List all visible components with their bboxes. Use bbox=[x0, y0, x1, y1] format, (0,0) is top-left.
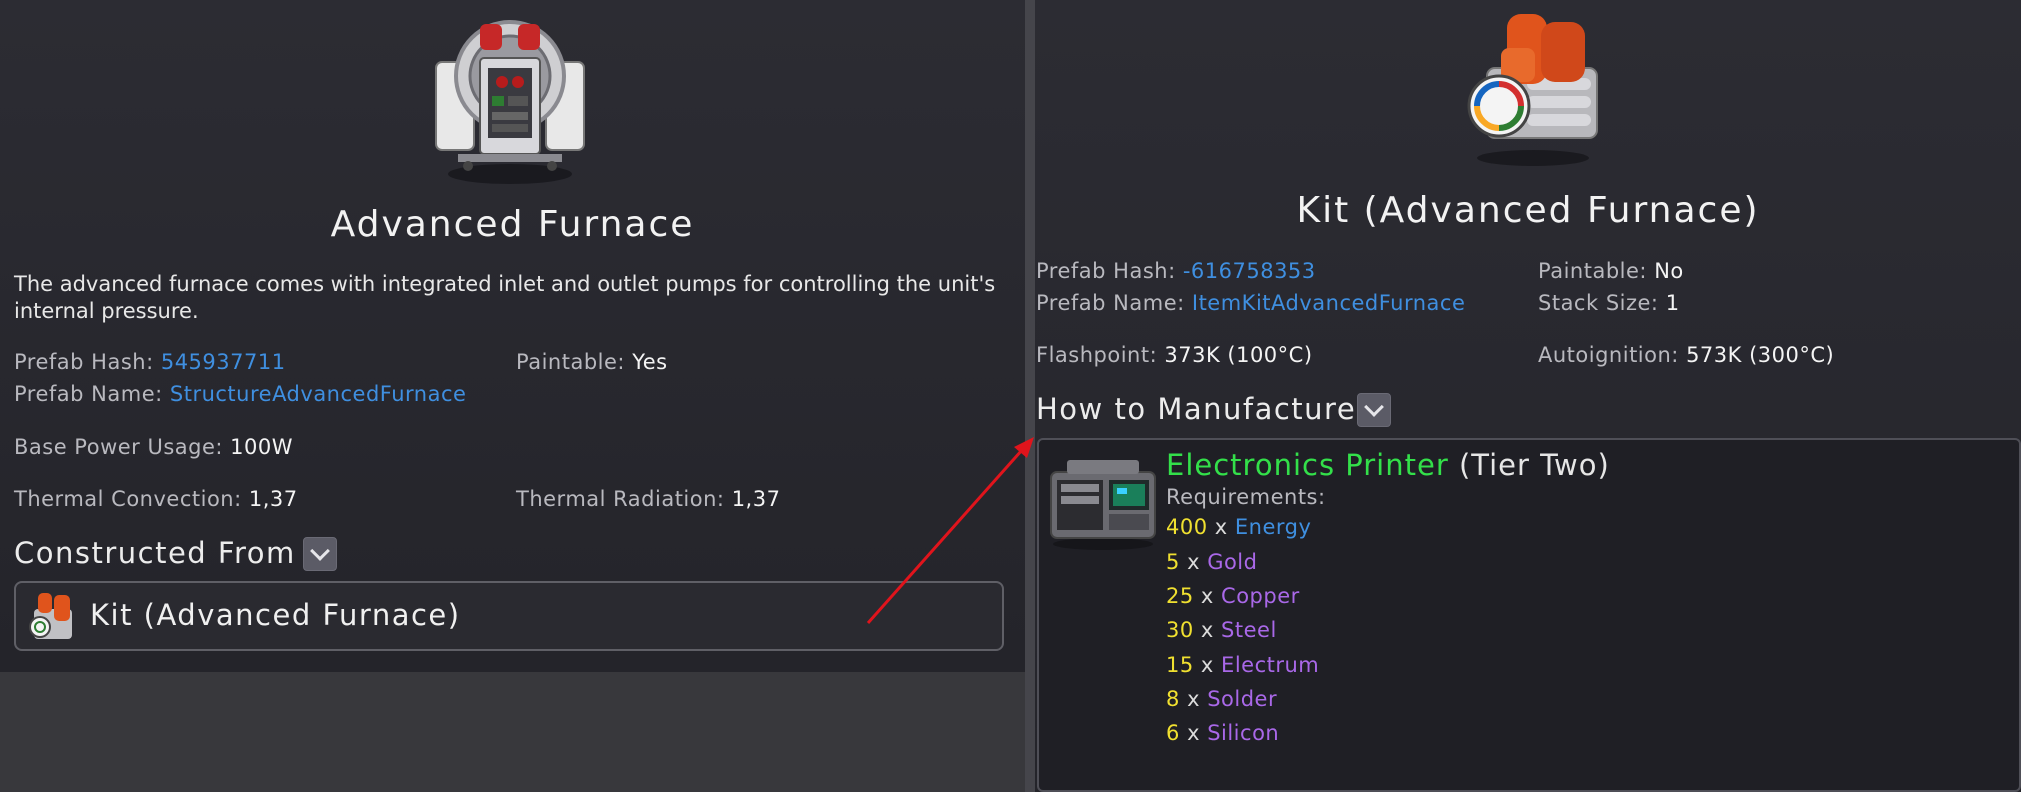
requirement-item-link[interactable]: Energy bbox=[1235, 515, 1312, 539]
chevron-down-icon[interactable] bbox=[1357, 393, 1391, 427]
requirement-row: 6 x Silicon bbox=[1166, 721, 1279, 745]
thermal-convection-label: Thermal Convection: bbox=[14, 487, 242, 511]
flashpoint-value: 373K (100°C) bbox=[1164, 343, 1313, 367]
kit-item-label: Kit (Advanced Furnace) bbox=[90, 598, 461, 632]
stack-size-row: Stack Size: 1 bbox=[1538, 291, 1680, 315]
multiply-symbol: x bbox=[1214, 515, 1228, 539]
prefab-name-link-right[interactable]: ItemKitAdvancedFurnace bbox=[1192, 291, 1466, 315]
multiply-symbol: x bbox=[1187, 721, 1200, 745]
multiply-symbol: x bbox=[1200, 653, 1214, 677]
prefab-name-row: Prefab Name: StructureAdvancedFurnace bbox=[14, 382, 466, 406]
requirement-item-link[interactable]: Silicon bbox=[1207, 721, 1279, 745]
autoignition-value: 573K (300°C) bbox=[1686, 343, 1835, 367]
paintable-value-right: No bbox=[1654, 259, 1684, 283]
stack-size-value: 1 bbox=[1665, 291, 1680, 315]
prefab-hash-row: Prefab Hash: 545937711 bbox=[14, 350, 286, 374]
prefab-hash-label: Prefab Hash: bbox=[14, 350, 154, 374]
paintable-label-right: Paintable: bbox=[1538, 259, 1647, 283]
thermal-convection-value: 1,37 bbox=[248, 487, 298, 511]
multiply-symbol: x bbox=[1187, 550, 1200, 574]
prefab-hash-label-right: Prefab Hash: bbox=[1036, 259, 1176, 283]
chevron-down-icon[interactable] bbox=[303, 537, 337, 571]
prefab-hash-row-right: Prefab Hash: -616758353 bbox=[1036, 259, 1316, 283]
base-power-value: 100W bbox=[230, 435, 294, 459]
multiply-symbol: x bbox=[1200, 584, 1214, 608]
paintable-label: Paintable: bbox=[516, 350, 625, 374]
requirement-row: 30 x Steel bbox=[1166, 618, 1277, 642]
prefab-name-link[interactable]: StructureAdvancedFurnace bbox=[170, 382, 467, 406]
paintable-row-right: Paintable: No bbox=[1538, 259, 1684, 283]
paintable-value: Yes bbox=[632, 350, 668, 374]
thermal-radiation-label: Thermal Radiation: bbox=[516, 487, 725, 511]
requirement-qty: 15 bbox=[1166, 653, 1194, 677]
requirement-item-link[interactable]: Electrum bbox=[1221, 653, 1319, 677]
prefab-name-label-right: Prefab Name: bbox=[1036, 291, 1185, 315]
stack-size-label: Stack Size: bbox=[1538, 291, 1659, 315]
requirement-row: 15 x Electrum bbox=[1166, 653, 1319, 677]
requirement-item-link[interactable]: Copper bbox=[1221, 584, 1300, 608]
printer-tier: (Tier Two) bbox=[1458, 448, 1610, 482]
constructed-from-heading: Constructed From bbox=[14, 536, 296, 570]
panel-divider bbox=[1025, 0, 1035, 792]
requirement-qty: 8 bbox=[1166, 687, 1180, 711]
electronics-printer-icon bbox=[1050, 460, 1156, 550]
manufacture-recipe-card: Electronics Printer (Tier Two) Requireme… bbox=[1037, 438, 2021, 792]
kit-advanced-furnace-icon bbox=[29, 593, 72, 639]
kit-advanced-furnace-large-icon bbox=[1467, 14, 1598, 166]
paintable-row: Paintable: Yes bbox=[516, 350, 668, 374]
flashpoint-row: Flashpoint: 373K (100°C) bbox=[1036, 343, 1313, 367]
requirement-row: 400 x Energy bbox=[1166, 515, 1311, 539]
requirement-qty: 30 bbox=[1166, 618, 1194, 642]
multiply-symbol: x bbox=[1187, 687, 1200, 711]
requirements-label: Requirements: bbox=[1166, 485, 1326, 509]
printer-name-row: Electronics Printer (Tier Two) bbox=[1166, 448, 1610, 482]
base-power-label: Base Power Usage: bbox=[14, 435, 223, 459]
thermal-radiation-row: Thermal Radiation: 1,37 bbox=[516, 487, 780, 511]
requirement-item-link[interactable]: Steel bbox=[1221, 618, 1277, 642]
thermal-radiation-value: 1,37 bbox=[731, 487, 781, 511]
requirement-qty: 400 bbox=[1166, 515, 1208, 539]
autoignition-label: Autoignition: bbox=[1538, 343, 1679, 367]
prefab-hash-link-right[interactable]: -616758353 bbox=[1183, 259, 1316, 283]
advanced-furnace-panel: Advanced Furnace The advanced furnace co… bbox=[0, 0, 1025, 672]
requirement-qty: 6 bbox=[1166, 721, 1180, 745]
requirement-row: 8 x Solder bbox=[1166, 687, 1277, 711]
multiply-symbol: x bbox=[1200, 618, 1214, 642]
requirement-row: 25 x Copper bbox=[1166, 584, 1300, 608]
prefab-name-label: Prefab Name: bbox=[14, 382, 163, 406]
requirement-row: 5 x Gold bbox=[1166, 550, 1257, 574]
printer-name-link[interactable]: Electronics Printer bbox=[1166, 448, 1449, 482]
item-description: The advanced furnace comes with integrat… bbox=[14, 272, 996, 323]
page-title-right: Kit (Advanced Furnace) bbox=[1296, 190, 1760, 231]
advanced-furnace-icon bbox=[435, 20, 585, 184]
base-power-row: Base Power Usage: 100W bbox=[14, 435, 293, 459]
page-title: Advanced Furnace bbox=[330, 204, 695, 245]
constructed-from-kit-item[interactable]: Kit (Advanced Furnace) bbox=[14, 581, 1004, 651]
requirement-qty: 25 bbox=[1166, 584, 1194, 608]
prefab-hash-link[interactable]: 545937711 bbox=[161, 350, 286, 374]
how-to-manufacture-heading: How to Manufacture bbox=[1036, 392, 1357, 426]
prefab-name-row-right: Prefab Name: ItemKitAdvancedFurnace bbox=[1036, 291, 1465, 315]
thermal-convection-row: Thermal Convection: 1,37 bbox=[14, 487, 298, 511]
requirement-qty: 5 bbox=[1166, 550, 1180, 574]
autoignition-row: Autoignition: 573K (300°C) bbox=[1538, 343, 1834, 367]
requirement-item-link[interactable]: Solder bbox=[1207, 687, 1277, 711]
flashpoint-label: Flashpoint: bbox=[1036, 343, 1158, 367]
requirement-item-link[interactable]: Gold bbox=[1207, 550, 1257, 574]
